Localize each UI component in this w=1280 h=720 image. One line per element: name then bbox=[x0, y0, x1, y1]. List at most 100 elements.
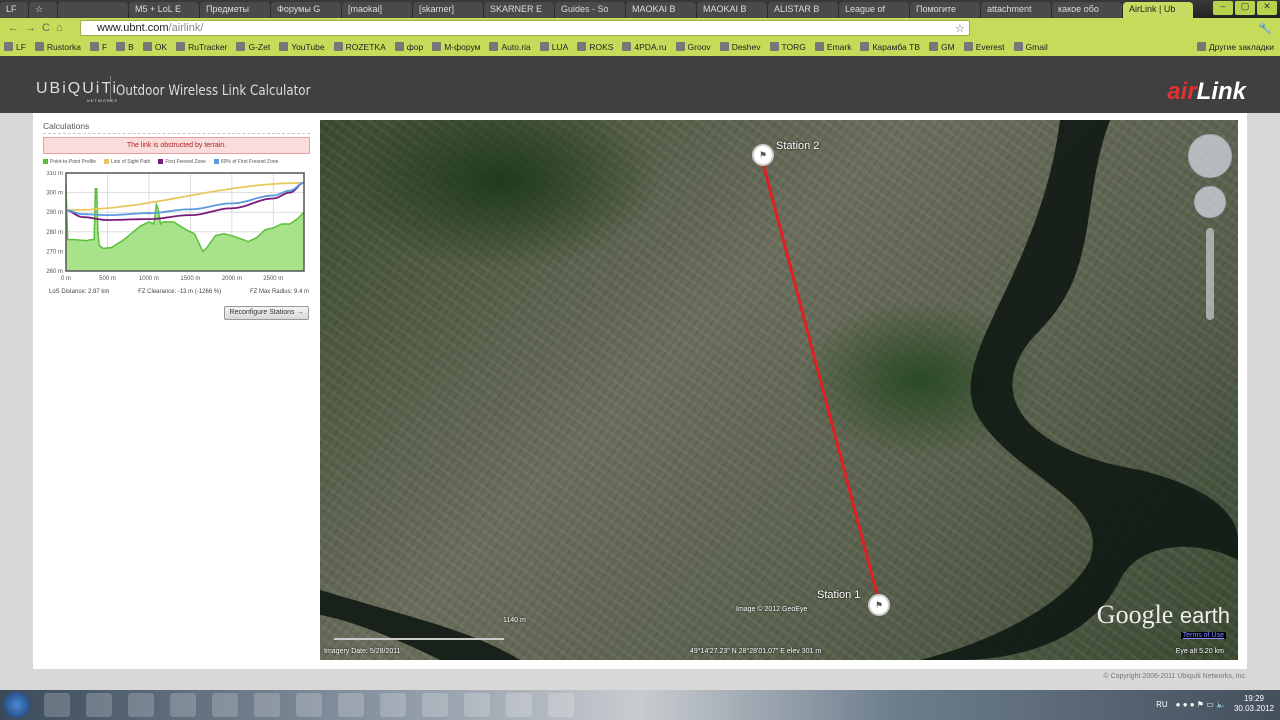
bookmark[interactable]: OK bbox=[143, 42, 167, 52]
elevation-profile-chart: 0 m 500 m 1000 m 1500 m 2000 m 2500 m 260 m 270… bbox=[46, 171, 305, 282]
browser-tab[interactable]: SKARNER E bbox=[484, 2, 554, 18]
page-title: Outdoor Wireless Link Calculator bbox=[110, 76, 310, 102]
home-icon[interactable]: ⌂ bbox=[56, 22, 63, 34]
browser-tab[interactable]: MAOKAI B bbox=[697, 2, 767, 18]
bookmark[interactable]: LUA bbox=[540, 42, 569, 52]
coordinates-readout: 49°14'27.23" N 28°28'01.07" E elev 301 m bbox=[690, 648, 822, 655]
taskbar-lol-icon[interactable] bbox=[128, 693, 154, 717]
station-2-pin[interactable]: ⚑ bbox=[752, 144, 774, 166]
bookmark[interactable]: Groov bbox=[676, 42, 711, 52]
bookmark[interactable]: M-форум bbox=[432, 42, 480, 52]
other-bookmarks[interactable]: Другие закладки bbox=[1197, 42, 1274, 52]
taskbar-utorrent-icon[interactable] bbox=[170, 693, 196, 717]
bookmark[interactable]: Gmail bbox=[1014, 42, 1048, 52]
browser-tab[interactable]: League of bbox=[839, 2, 909, 18]
bookmark[interactable]: ROKS bbox=[577, 42, 613, 52]
google-earth-map[interactable]: ⚑ Station 2 ⚑ Station 1 1140 m Imagery D… bbox=[320, 120, 1238, 660]
system-tray: RU ● ● ● ⚑ ▭ 🔈 19:29 30.03.2012 bbox=[1156, 694, 1274, 714]
tray-icons[interactable]: ● ● ● ⚑ ▭ 🔈 bbox=[1176, 700, 1226, 709]
taskbar-chrome-icon[interactable] bbox=[44, 693, 70, 717]
legend-fresnel: First Fresnel Zone bbox=[158, 159, 206, 165]
address-bar[interactable]: www.ubnt.com/airlink/ bbox=[80, 20, 970, 36]
fz-clearance: FZ Clearance: -13 m (-1266 %) bbox=[138, 289, 222, 295]
bookmark[interactable]: RuTracker bbox=[176, 42, 227, 52]
look-navigation-control[interactable] bbox=[1188, 134, 1232, 178]
minimize-button[interactable]: – bbox=[1213, 1, 1233, 15]
taskbar-ie-icon[interactable] bbox=[212, 693, 238, 717]
taskbar-skype-icon[interactable] bbox=[86, 693, 112, 717]
bookmark[interactable]: YouTube bbox=[279, 42, 324, 52]
back-icon[interactable]: ← bbox=[8, 22, 19, 34]
bookmark[interactable]: Карамба ТВ bbox=[860, 42, 920, 52]
browser-tab[interactable]: M5 + LoL E bbox=[129, 2, 199, 18]
browser-tab[interactable]: ALISTAR B bbox=[768, 2, 838, 18]
browser-tab[interactable]: [maokai] bbox=[342, 2, 412, 18]
taskbar-wot-icon[interactable] bbox=[296, 693, 322, 717]
bookmark[interactable]: TORG bbox=[770, 42, 806, 52]
bookmark[interactable]: Everest bbox=[964, 42, 1005, 52]
browser-tab[interactable]: AirLink | Ub bbox=[1123, 2, 1193, 18]
language-indicator[interactable]: RU bbox=[1156, 700, 1168, 709]
browser-tab[interactable]: ☆ bbox=[29, 2, 57, 18]
bookmark[interactable]: F bbox=[90, 42, 107, 52]
close-button[interactable]: ✕ bbox=[1257, 1, 1277, 15]
taskbar-app2-icon[interactable] bbox=[422, 693, 448, 717]
eye-altitude: Eye alt 5.20 km bbox=[1175, 648, 1224, 655]
obstruction-alert: The link is obstructed by terrain. bbox=[43, 137, 310, 154]
taskbar-app3-icon[interactable] bbox=[464, 693, 490, 717]
taskbar-folder-icon[interactable] bbox=[254, 693, 280, 717]
bookmark[interactable]: Deshev bbox=[720, 42, 761, 52]
browser-tab[interactable]: какое обо bbox=[1052, 2, 1122, 18]
x-tick-label: 0 m bbox=[61, 276, 71, 282]
bookmark[interactable]: фор bbox=[395, 42, 423, 52]
browser-tab[interactable] bbox=[58, 2, 128, 18]
browser-tab[interactable]: LF bbox=[0, 2, 28, 18]
browser-tab[interactable]: [skarner] bbox=[413, 2, 483, 18]
browser-tab[interactable]: MAOKAI B bbox=[626, 2, 696, 18]
y-tick-label: 310 m bbox=[46, 171, 63, 177]
bookmark[interactable]: Rustorka bbox=[35, 42, 81, 52]
browser-tab[interactable]: Помогите bbox=[910, 2, 980, 18]
move-navigation-control[interactable] bbox=[1194, 186, 1226, 218]
y-tick-label: 260 m bbox=[46, 269, 63, 275]
taskbar-app4-icon[interactable] bbox=[548, 693, 574, 717]
reconfigure-stations-button[interactable]: Reconfigure Stations → bbox=[224, 306, 309, 320]
maximize-button[interactable]: ▢ bbox=[1235, 1, 1255, 15]
station-1-pin[interactable]: ⚑ bbox=[868, 594, 890, 616]
taskbar-app-icon[interactable] bbox=[338, 693, 364, 717]
bookmark[interactable]: GM bbox=[929, 42, 955, 52]
bookmark[interactable]: G-Zet bbox=[236, 42, 270, 52]
terms-of-use-link[interactable]: Terms of Use bbox=[1180, 632, 1226, 639]
x-tick-label: 1000 m bbox=[139, 276, 159, 282]
clock[interactable]: 19:29 30.03.2012 bbox=[1234, 694, 1274, 714]
browser-tab[interactable]: Guides - So bbox=[555, 2, 625, 18]
main-panel: Calculations The link is obstructed by t… bbox=[33, 113, 1247, 669]
forward-icon[interactable]: → bbox=[25, 22, 36, 34]
browser-tab[interactable]: Форумы G bbox=[271, 2, 341, 18]
browser-tab[interactable]: Предметы bbox=[200, 2, 270, 18]
station-2-label: Station 2 bbox=[776, 140, 820, 152]
bookmark[interactable]: ROZETKA bbox=[334, 42, 386, 52]
scale-label: 1140 m bbox=[503, 617, 526, 624]
start-button[interactable] bbox=[4, 692, 30, 718]
legend-profile: Point-to-Point Profile bbox=[43, 159, 96, 165]
reload-icon[interactable]: C bbox=[42, 22, 50, 34]
bookmark[interactable]: Auto.ria bbox=[489, 42, 530, 52]
calculations-panel: Calculations The link is obstructed by t… bbox=[33, 113, 317, 669]
bookmark[interactable]: Emark bbox=[815, 42, 852, 52]
browser-tab[interactable]: attachment bbox=[981, 2, 1051, 18]
wrench-icon[interactable]: 🔧 bbox=[1258, 22, 1272, 35]
y-tick-label: 290 m bbox=[46, 210, 63, 216]
x-tick-label: 500 m bbox=[99, 276, 116, 282]
y-tick-label: 280 m bbox=[46, 230, 63, 236]
star-icon[interactable]: ☆ bbox=[955, 22, 965, 35]
bookmark[interactable]: 4PDA.ru bbox=[622, 42, 666, 52]
bookmark[interactable]: LF bbox=[4, 42, 26, 52]
bookmark[interactable]: B bbox=[116, 42, 134, 52]
imagery-date: Imagery Date: 5/28/2011 bbox=[324, 648, 401, 655]
los-distance: LoS Distance: 2.87 km bbox=[49, 289, 110, 295]
taskbar-lol2-icon[interactable] bbox=[506, 693, 532, 717]
zoom-slider[interactable] bbox=[1206, 228, 1214, 320]
ubiquiti-logo: UBiQUiTi NETWORKS bbox=[36, 80, 119, 103]
taskbar-word-icon[interactable] bbox=[380, 693, 406, 717]
